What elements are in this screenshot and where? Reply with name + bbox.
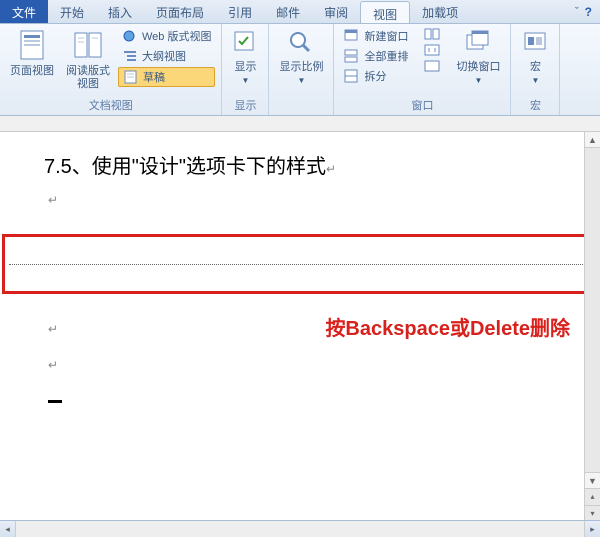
split-button[interactable]: 拆分 bbox=[340, 67, 412, 85]
minimize-ribbon-icon[interactable]: ˇ bbox=[575, 6, 579, 18]
page-view-button[interactable]: 页面视图 bbox=[6, 27, 58, 80]
ribbon: 页面视图 阅读版式 视图 Web 版式视图 大纲视图 草稿 bbox=[0, 24, 600, 116]
previous-page-button[interactable]: ▴ bbox=[585, 488, 600, 505]
show-button[interactable]: 显示▼ bbox=[228, 27, 262, 89]
sync-scroll-icon bbox=[424, 44, 440, 56]
split-icon bbox=[344, 69, 360, 83]
para-mark: ↵ bbox=[48, 322, 62, 336]
tabs-right-controls: ˇ ? bbox=[567, 0, 600, 23]
text-cursor bbox=[48, 400, 62, 403]
new-window-icon bbox=[344, 29, 360, 43]
arrange-all-icon bbox=[344, 49, 360, 63]
switch-window-button[interactable]: 切换窗口▼ bbox=[452, 27, 504, 89]
tab-file[interactable]: 文件 bbox=[0, 0, 48, 23]
group-macros-label: 宏 bbox=[517, 96, 553, 113]
horizontal-scrollbar: ◂ ▸ bbox=[0, 520, 600, 537]
new-window-button[interactable]: 新建窗口 bbox=[340, 27, 412, 45]
tab-references[interactable]: 引用 bbox=[216, 0, 264, 23]
tab-review[interactable]: 审阅 bbox=[312, 0, 360, 23]
group-doc-views-label: 文档视图 bbox=[6, 96, 215, 113]
paragraph-marks: ↵ bbox=[44, 193, 570, 207]
vertical-scrollbar[interactable]: ▲ ▼ ▴ ▾ bbox=[584, 132, 600, 520]
tab-home[interactable]: 开始 bbox=[48, 0, 96, 23]
reset-window-icon bbox=[424, 60, 440, 72]
reading-view-icon bbox=[73, 29, 103, 63]
ribbon-tabs: 文件 开始 插入 页面布局 引用 邮件 审阅 视图 加载项 ˇ ? bbox=[0, 0, 600, 24]
scroll-left-button[interactable]: ◂ bbox=[0, 521, 16, 537]
outline-view-icon bbox=[122, 49, 138, 63]
group-show: 显示▼ 显示 bbox=[222, 24, 269, 115]
web-view-icon bbox=[122, 29, 138, 43]
window-small-2[interactable] bbox=[420, 43, 444, 57]
web-view-button[interactable]: Web 版式视图 bbox=[118, 27, 215, 45]
group-window: 新建窗口 全部重排 拆分 切换窗口▼ 窗口 bbox=[334, 24, 511, 115]
outline-view-button[interactable]: 大纲视图 bbox=[118, 47, 215, 65]
draft-view-icon bbox=[123, 70, 139, 84]
window-small-3[interactable] bbox=[420, 59, 444, 73]
tab-insert[interactable]: 插入 bbox=[96, 0, 144, 23]
scroll-up-button[interactable]: ▲ bbox=[585, 132, 600, 148]
group-macros: 宏▼ 宏 bbox=[511, 24, 560, 115]
window-side-by-side-icon bbox=[424, 28, 440, 40]
hscroll-track[interactable] bbox=[16, 521, 584, 537]
reading-view-button[interactable]: 阅读版式 视图 bbox=[62, 27, 114, 93]
tab-layout[interactable]: 页面布局 bbox=[144, 0, 216, 23]
window-small-1[interactable] bbox=[420, 27, 444, 41]
page-view-icon bbox=[17, 29, 47, 63]
macros-button[interactable]: 宏▼ bbox=[517, 27, 553, 89]
scroll-down-button[interactable]: ▼ bbox=[585, 472, 600, 488]
show-icon bbox=[232, 29, 258, 59]
draft-view-button[interactable]: 草稿 bbox=[118, 67, 215, 87]
group-show-label: 显示 bbox=[228, 96, 262, 113]
para-mark: ↵ bbox=[48, 358, 62, 372]
scroll-right-button[interactable]: ▸ bbox=[584, 521, 600, 537]
document-heading: 7.5、使用"设计"选项卡下的样式↵ bbox=[44, 150, 570, 179]
tab-mail[interactable]: 邮件 bbox=[264, 0, 312, 23]
annotation-text: 按Backspace或Delete删除 bbox=[325, 312, 570, 341]
macros-icon bbox=[521, 29, 549, 59]
tab-view[interactable]: 视图 bbox=[360, 1, 410, 23]
group-window-label: 窗口 bbox=[340, 96, 504, 113]
group-zoom: 显示比例▼ bbox=[269, 24, 334, 115]
help-icon[interactable]: ? bbox=[585, 5, 592, 19]
selection-highlight-box bbox=[2, 234, 594, 294]
group-zoom-label bbox=[275, 100, 327, 113]
document-area[interactable]: 7.5、使用"设计"选项卡下的样式↵ ↵ 按Backspace或Delete删除… bbox=[0, 132, 600, 520]
horizontal-ruler[interactable] bbox=[0, 116, 600, 132]
arrange-all-button[interactable]: 全部重排 bbox=[340, 47, 412, 65]
zoom-icon bbox=[287, 29, 315, 59]
tab-addins[interactable]: 加载项 bbox=[410, 0, 470, 23]
group-doc-views: 页面视图 阅读版式 视图 Web 版式视图 大纲视图 草稿 bbox=[0, 24, 222, 115]
zoom-button[interactable]: 显示比例▼ bbox=[275, 27, 327, 89]
switch-window-icon bbox=[464, 29, 492, 59]
